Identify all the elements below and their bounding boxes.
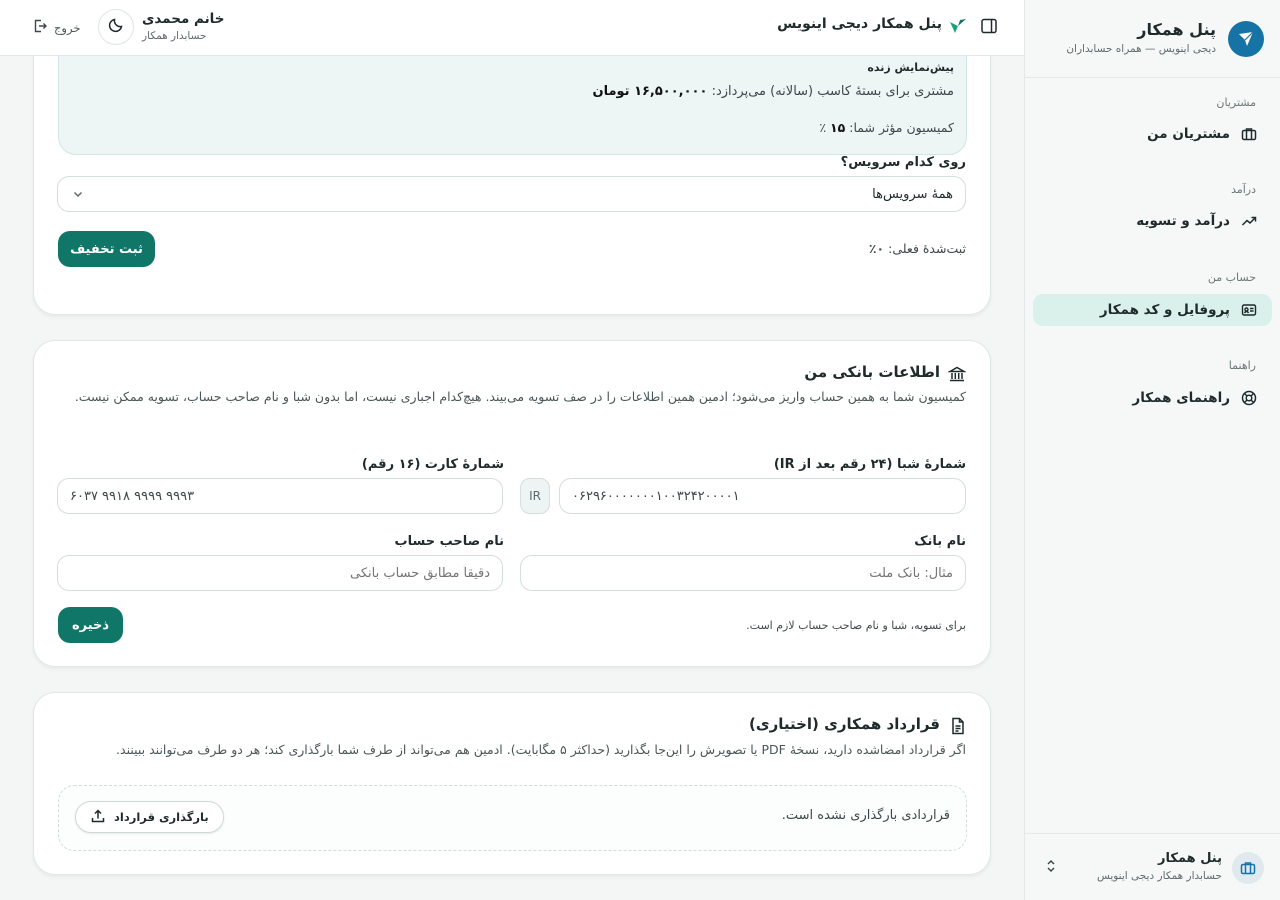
upload-contract-button[interactable]: بارگذاری قرارداد [75,801,224,833]
contract-card: قرارداد همکاری (اختیاری) اگر قرارداد امض… [33,692,991,875]
sidebar-item-label: درآمد و تسویه [1136,213,1230,229]
lifebuoy-icon [1240,389,1258,407]
user-role: حسابدار همکار [142,30,207,42]
brand-bird-icon [948,16,968,36]
section-heading-account: حساب من [1207,271,1256,284]
sidebar-item-label: مشتریان من [1147,126,1230,142]
sheba-label: شمارهٔ شبا (۲۴ رقم بعد از IR) [773,457,966,472]
contract-card-title: قرارداد همکاری (اختیاری) [748,715,940,733]
sheba-input[interactable] [559,478,966,514]
sidebar-item-help[interactable]: راهنمای همکار [1033,382,1272,414]
contract-card-description: اگر قرارداد امضاشده دارید، نسخهٔ PDF یا … [116,742,966,757]
save-bank-button[interactable]: ذخیره [58,607,123,643]
submit-discount-button[interactable]: ثبت تخفیف [58,231,155,267]
chevron-down-icon [72,188,84,204]
section-heading-customers: مشتریان [1216,96,1256,109]
topbar: پنل همکار دیجی اینویس خانم محمدی حسابدار… [0,0,1024,56]
footer-subtitle: حسابدار همکار دیجی اینویس [1096,870,1222,882]
sidebar-toggle-icon[interactable] [980,17,998,35]
bank-icon [947,365,967,387]
preview-commission-line: کمیسیون مؤثر شما: ۱۵ ٪ [819,120,954,135]
sidebar-item-income[interactable]: درآمد و تسویه [1033,205,1272,237]
preview-label: پیش‌نمایش زنده [867,61,954,74]
live-preview-box: پیش‌نمایش زنده مشتری برای بستهٔ کاسب (سا… [58,56,967,155]
contract-dropzone[interactable]: قراردادی بارگذاری نشده است. بارگذاری قرا… [58,785,967,851]
bank-card-title: اطلاعات بانکی من [804,363,940,381]
sheba-prefix: IR [520,478,550,514]
briefcase-icon [1232,852,1264,884]
footer-title: پنل همکار [1158,851,1222,866]
contract-empty-text: قراردادی بارگذاری نشده است. [781,808,950,823]
logout-icon [32,18,48,37]
user-name: خانم محمدی [142,11,225,27]
main-content: پیش‌نمایش زنده مشتری برای بستهٔ کاسب (سا… [0,56,1024,900]
section-heading-income: درآمد [1231,183,1256,196]
bank-note: برای تسویه، شبا و نام صاحب حساب لازم است… [746,619,966,632]
bank-name-input[interactable] [520,555,966,591]
bank-card-description: کمیسیون شما به همین حساب واریز می‌شود؛ ا… [74,389,966,404]
service-label: روی کدام سرویس؟ [840,155,966,170]
bank-name-label: نام بانک [914,534,966,549]
card-number-label: شمارهٔ کارت (۱۶ رقم) [361,457,504,472]
upload-label: بارگذاری قرارداد [114,810,209,824]
section-heading-help: راهنما [1228,359,1256,372]
bank-info-card: اطلاعات بانکی من کمیسیون شما به همین حسا… [33,340,991,667]
topbar-title: پنل همکار دیجی اینویس [777,16,942,32]
chevrons-up-down-icon[interactable] [1041,858,1057,876]
discount-card: پیش‌نمایش زنده مشتری برای بستهٔ کاسب (سا… [33,56,991,315]
card-number-input[interactable] [57,478,503,514]
id-card-icon [1240,301,1258,319]
sidebar-subtitle: دیجی اینویس — همراه حسابداران [1066,43,1216,55]
service-select[interactable]: همهٔ سرویس‌ها [57,176,966,212]
sidebar-item-label: پروفایل و کد همکار [1099,302,1230,318]
account-holder-input[interactable] [57,555,503,591]
service-select-value: همهٔ سرویس‌ها [872,186,953,202]
sidebar-item-profile[interactable]: پروفایل و کد همکار [1033,294,1272,326]
logout-button[interactable]: خروج [32,18,80,37]
logout-label: خروج [54,20,81,35]
current-discount: ثبت‌شدهٔ فعلی: ۰٪ [868,241,966,256]
brand-logo-icon [1228,21,1264,57]
document-icon [950,717,966,739]
upload-icon [90,808,106,827]
preview-price-line: مشتری برای بستهٔ کاسب (سالانه) می‌پردازد… [592,84,954,99]
sidebar-item-label: راهنمای همکار [1132,390,1230,406]
sidebar: پنل همکار دیجی اینویس — همراه حسابداران … [1024,0,1280,900]
account-holder-label: نام صاحب حساب [394,534,504,549]
theme-toggle-button[interactable] [98,9,134,45]
sidebar-footer[interactable]: پنل همکار حسابدار همکار دیجی اینویس [1025,833,1280,900]
briefcase-icon [1240,125,1258,143]
trending-up-icon [1240,212,1258,230]
sidebar-title: پنل همکار [1137,20,1216,39]
sidebar-item-customers[interactable]: مشتریان من [1033,118,1272,150]
moon-icon [108,17,124,37]
sidebar-brand: پنل همکار دیجی اینویس — همراه حسابداران [1025,0,1280,78]
